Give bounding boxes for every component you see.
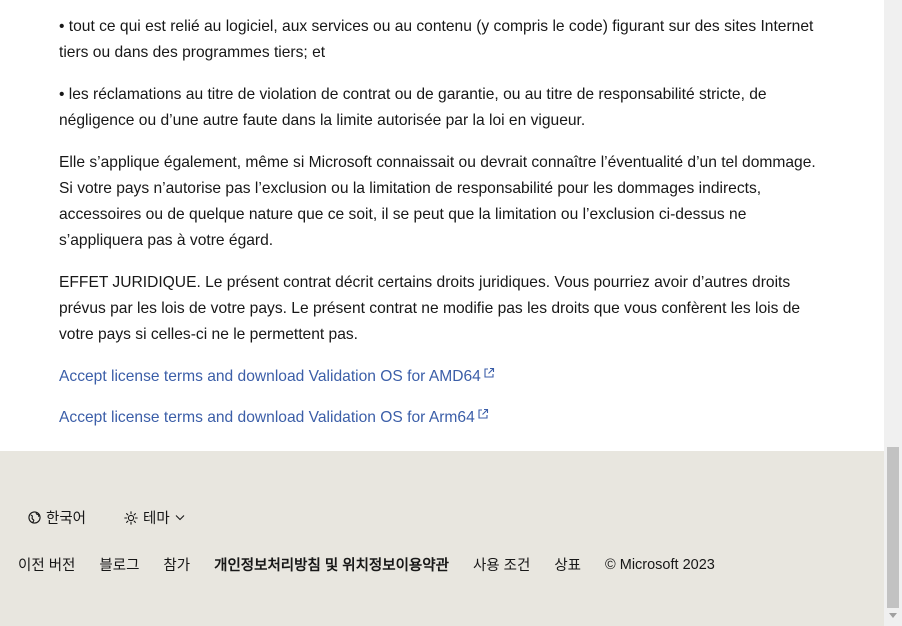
footer-copyright: © Microsoft 2023 bbox=[605, 556, 715, 573]
footer-link-blog[interactable]: 블로그 bbox=[99, 554, 139, 575]
download-link-amd64-row: Accept license terms and download Valida… bbox=[59, 364, 829, 390]
footer-links: 이전 버전 블로그 참가 개인정보처리방침 및 위치정보이용약관 사용 조건 상… bbox=[18, 554, 739, 575]
footer-link-previous-versions[interactable]: 이전 버전 bbox=[18, 554, 75, 575]
scroll-down-arrow-icon[interactable] bbox=[889, 613, 897, 618]
footer-link-privacy[interactable]: 개인정보처리방침 및 위치정보이용약관 bbox=[214, 554, 449, 575]
footer-link-trademarks[interactable]: 상표 bbox=[554, 554, 581, 575]
footer-controls: 한국어 테마 bbox=[28, 507, 190, 528]
locale-selector[interactable]: 한국어 bbox=[28, 507, 86, 528]
vertical-scrollbar[interactable] bbox=[884, 0, 902, 626]
page-viewport: • tout ce qui est relié au logiciel, aux… bbox=[0, 0, 884, 626]
footer-link-contribute[interactable]: 참가 bbox=[163, 554, 190, 575]
paragraph-claims: • les réclamations au titre de violation… bbox=[59, 86, 767, 129]
download-link-amd64[interactable]: Accept license terms and download Valida… bbox=[59, 368, 481, 385]
locale-label: 한국어 bbox=[46, 511, 87, 527]
footer-link-terms-of-use[interactable]: 사용 조건 bbox=[473, 554, 530, 575]
paragraph-third-party: • tout ce qui est relié au logiciel, aux… bbox=[59, 18, 814, 61]
sun-icon bbox=[124, 510, 138, 525]
external-link-icon bbox=[484, 367, 494, 378]
paragraph-legal-effect: EFFET JURIDIQUE. Le présent contrat décr… bbox=[59, 274, 801, 343]
download-link-arm64-row: Accept license terms and download Valida… bbox=[59, 405, 829, 431]
globe-icon bbox=[28, 511, 41, 524]
scrollbar-thumb[interactable] bbox=[887, 447, 899, 608]
license-content: • tout ce qui est relié au logiciel, aux… bbox=[59, 14, 829, 446]
external-link-icon bbox=[478, 408, 488, 419]
theme-label: 테마 bbox=[143, 511, 170, 527]
site-footer: 한국어 테마 이전 버전 블로그 참가 개인정보처리방침 및 위치정보이용약관 … bbox=[0, 451, 884, 626]
paragraph-applicability: Elle s’applique également, même si Micro… bbox=[59, 154, 816, 249]
download-link-arm64[interactable]: Accept license terms and download Valida… bbox=[59, 409, 475, 426]
chevron-down-icon bbox=[175, 515, 185, 521]
theme-selector[interactable]: 테마 bbox=[124, 507, 190, 528]
